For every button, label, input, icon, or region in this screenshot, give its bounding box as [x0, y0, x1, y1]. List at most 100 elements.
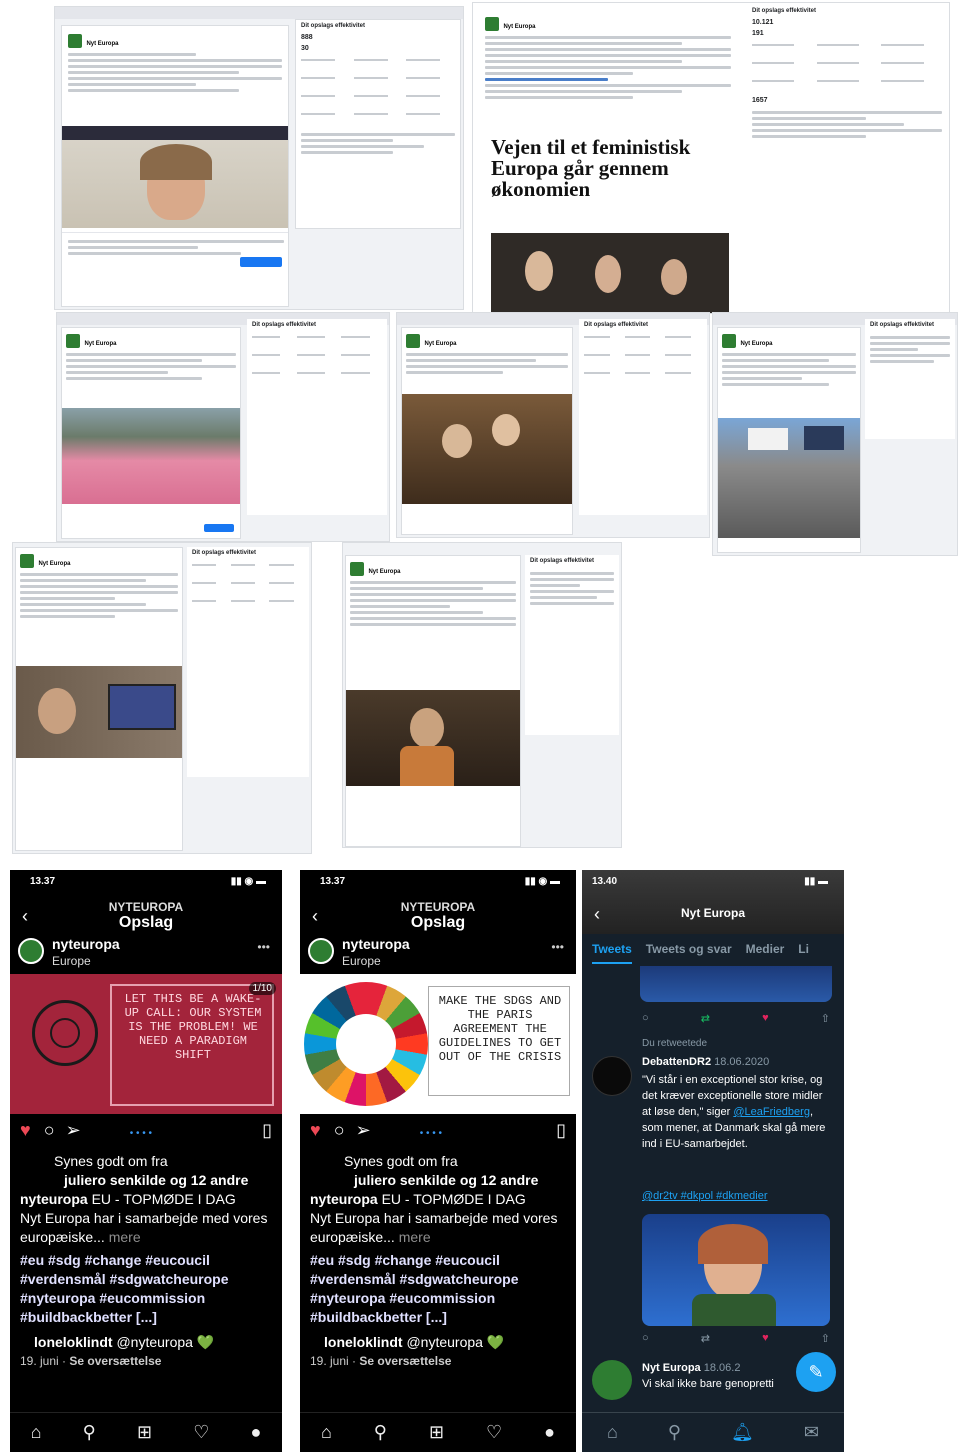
page-name[interactable]: Nyt Europa — [424, 341, 456, 347]
share-icon[interactable]: ⇧ — [821, 1012, 830, 1025]
home-icon[interactable]: ⌂ — [31, 1422, 42, 1443]
caption-user[interactable]: nyteuropa — [310, 1191, 378, 1207]
more-options-icon[interactable]: ••• — [257, 940, 270, 954]
retweet-icon[interactable]: ⇄ — [701, 1332, 710, 1345]
post-photo-masked-woman[interactable] — [346, 690, 520, 786]
fb-insight-card-4: Nyt Europa Dit opslags effektivitet — [396, 312, 710, 538]
page-name[interactable]: Nyt Europa — [86, 41, 118, 47]
location[interactable]: Europe — [52, 954, 91, 968]
post-date: 19. juni — [20, 1354, 59, 1368]
comment-user[interactable]: loneloklindt — [34, 1334, 113, 1350]
clicks-value: 1657 — [752, 97, 768, 104]
fb-post-1: Nyt Europa — [61, 25, 289, 307]
boost-button[interactable] — [240, 257, 282, 267]
search-icon[interactable]: ⚲ — [83, 1422, 96, 1443]
article-photo[interactable] — [491, 233, 729, 313]
reply-icon[interactable]: ○ — [642, 1332, 649, 1345]
translate-link[interactable]: Se oversættelse — [69, 1354, 161, 1368]
fb-post-5: Nyt Europa — [717, 327, 861, 553]
tab-likes[interactable]: Li — [798, 942, 809, 964]
heart-icon[interactable]: ♥ — [310, 1120, 321, 1140]
profile-avatar-icon[interactable]: ● — [251, 1422, 262, 1443]
add-post-icon[interactable]: ⊞ — [137, 1422, 152, 1443]
home-icon[interactable]: ⌂ — [607, 1422, 618, 1443]
post-photo-protest[interactable] — [718, 418, 860, 538]
tweet-hashtags[interactable]: @dr2tv #dkpol #dkmedier — [642, 1188, 830, 1204]
post-photo-woman[interactable] — [62, 140, 288, 228]
caption-2: Nyt Europa har i samarbejde med vores eu… — [20, 1210, 268, 1245]
tweet-video[interactable] — [642, 1214, 830, 1326]
like-icon[interactable]: ♥ — [762, 1332, 769, 1345]
post-image-sdgs[interactable]: MAKE THE SDGS AND THE PARIS AGREEMENT TH… — [300, 974, 576, 1114]
share-icon[interactable]: ⇧ — [821, 1332, 830, 1345]
tab-media[interactable]: Medier — [746, 942, 785, 964]
author-avatar[interactable] — [592, 1056, 632, 1096]
page-name[interactable]: Nyt Europa — [84, 341, 116, 347]
instagram-screen-1: 13.37 ▮▮ ◉ ▬ ‹ NYTEUROPA Opslag nyteuropa… — [10, 870, 282, 1452]
previous-tweet-media[interactable] — [640, 966, 832, 1002]
retweet-icon[interactable]: ⇄ — [701, 1012, 710, 1025]
post-photo-screen[interactable] — [16, 666, 182, 758]
image-quote: MAKE THE SDGS AND THE PARIS AGREEMENT TH… — [438, 994, 562, 1064]
username[interactable]: nyteuropa — [342, 936, 410, 952]
likes-user[interactable]: juliero senkilde og 12 andre — [64, 1172, 248, 1188]
page-name[interactable]: Nyt Europa — [38, 561, 70, 567]
location[interactable]: Europe — [342, 954, 381, 968]
more-options-icon[interactable]: ••• — [551, 940, 564, 954]
reply-icon[interactable]: ○ — [642, 1012, 649, 1025]
next-author[interactable]: Nyt Europa — [642, 1362, 701, 1374]
tweet-date: 18.06.2020 — [714, 1056, 770, 1068]
post-photo-parliament[interactable] — [402, 394, 572, 504]
heart-icon[interactable]: ♥ — [20, 1120, 31, 1140]
avatar[interactable] — [308, 938, 334, 964]
likes-prefix: Synes godt om fra — [344, 1153, 458, 1169]
messages-icon[interactable]: ✉ — [804, 1422, 819, 1443]
page-name[interactable]: Nyt Europa — [740, 341, 772, 347]
tab-tweets[interactable]: Tweets — [592, 942, 632, 964]
next-author-avatar[interactable] — [592, 1360, 632, 1400]
bookmark-icon[interactable]: ▯ — [262, 1120, 272, 1141]
reach-value: 888 — [301, 34, 313, 41]
screen-title: Opslag — [118, 914, 174, 931]
hashtags[interactable]: #eu #sdg #change #eucoucil #verdensmål #… — [20, 1252, 229, 1325]
boost-button[interactable] — [204, 524, 234, 532]
tab-tweets-replies[interactable]: Tweets og svar — [646, 942, 732, 964]
account-header: NYTEUROPA — [400, 900, 476, 914]
more-link[interactable]: mere — [399, 1229, 431, 1245]
avatar[interactable] — [18, 938, 44, 964]
post-photo-pink-lake[interactable] — [62, 408, 240, 504]
boost-cta — [62, 232, 288, 306]
tweet-author[interactable]: DebattenDR2 — [642, 1056, 711, 1068]
share-icon[interactable]: ➢ — [66, 1120, 81, 1140]
profile-avatar-icon[interactable]: ● — [544, 1422, 555, 1443]
compose-tweet-button[interactable]: ✎ — [796, 1352, 836, 1392]
article-headline[interactable]: Vejen til et feministisk Europa går genn… — [491, 137, 731, 200]
instagram-screen-2: 13.37 ▮▮ ◉ ▬ ‹ NYTEUROPA Opslag nyteuropa… — [300, 870, 576, 1452]
mention-link[interactable]: @LeaFriedberg — [733, 1106, 810, 1118]
hashtags[interactable]: #eu #sdg #change #eucoucil #verdensmål #… — [310, 1252, 519, 1325]
notifications-icon[interactable]: 🔔︎ — [731, 1422, 754, 1443]
comment-icon[interactable]: ○ — [44, 1120, 55, 1140]
username[interactable]: nyteuropa — [52, 936, 120, 952]
home-icon[interactable]: ⌂ — [321, 1422, 332, 1443]
comment-user[interactable]: loneloklindt — [324, 1334, 403, 1350]
page-name[interactable]: Nyt Europa — [503, 24, 535, 30]
activity-heart-icon[interactable]: ♡ — [486, 1422, 502, 1443]
comment-icon[interactable]: ○ — [334, 1120, 345, 1140]
translate-link[interactable]: Se oversættelse — [359, 1354, 451, 1368]
post-image-wakeup[interactable]: LET THIS BE A WAKE-UP CALL: OUR SYSTEM I… — [10, 974, 282, 1114]
search-icon[interactable]: ⚲ — [668, 1422, 681, 1443]
likes-user[interactable]: juliero senkilde og 12 andre — [354, 1172, 538, 1188]
like-icon[interactable]: ♥ — [762, 1012, 769, 1025]
status-time: 13.37 — [320, 876, 346, 887]
caption-user[interactable]: nyteuropa — [20, 1191, 88, 1207]
add-post-icon[interactable]: ⊞ — [429, 1422, 444, 1443]
search-icon[interactable]: ⚲ — [374, 1422, 387, 1443]
status-time: 13.40 — [592, 876, 618, 887]
more-link[interactable]: mere — [109, 1229, 141, 1245]
bookmark-icon[interactable]: ▯ — [556, 1120, 566, 1141]
page-name[interactable]: Nyt Europa — [368, 569, 400, 575]
reach-value: 10.121 — [752, 19, 774, 26]
share-icon[interactable]: ➢ — [356, 1120, 371, 1140]
activity-heart-icon[interactable]: ♡ — [193, 1422, 209, 1443]
